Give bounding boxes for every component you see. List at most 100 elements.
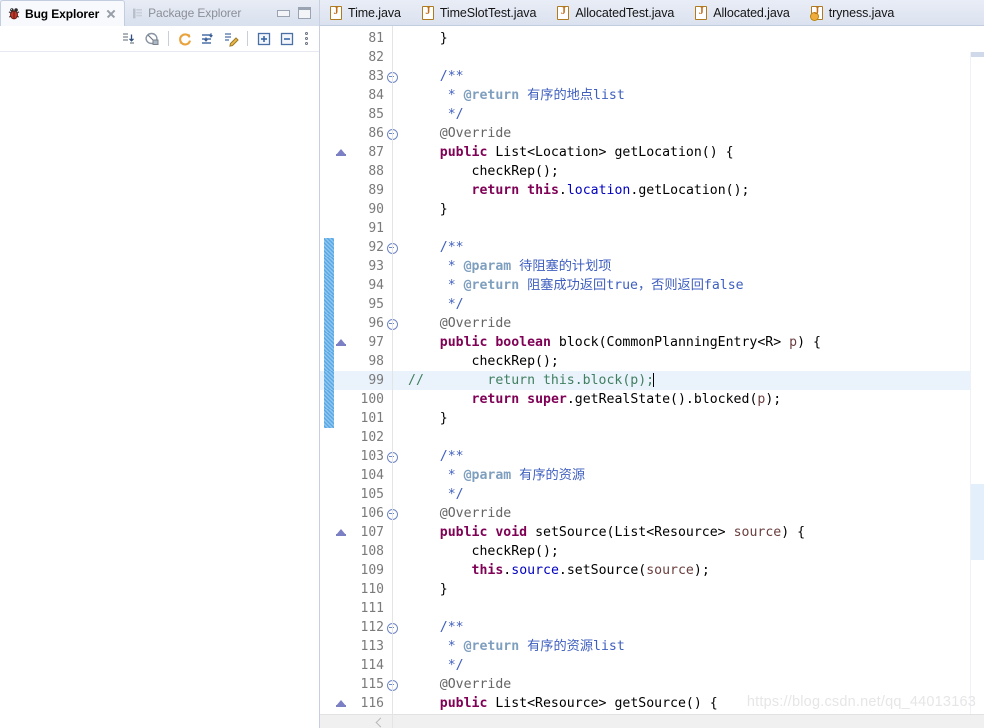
gutter-gap: [400, 124, 406, 143]
code-line[interactable]: 84 * @return 有序的地点list: [320, 86, 970, 105]
code-line[interactable]: 97 public boolean block(CommonPlanningEn…: [320, 333, 970, 352]
code-line[interactable]: 110 }: [320, 580, 970, 599]
code-token: @param: [463, 259, 512, 274]
close-icon[interactable]: [105, 8, 117, 20]
code-line-text: * @return 阻塞成功返回true，否则返回false: [406, 276, 970, 295]
panel-window-buttons: [273, 0, 319, 26]
code-line[interactable]: 89 return this.location.getLocation();: [320, 181, 970, 200]
change-bar-slot: [324, 694, 334, 713]
code-line[interactable]: 108 checkRep();: [320, 542, 970, 561]
edit-bug-icon[interactable]: [221, 29, 241, 49]
code-line[interactable]: 85 */: [320, 105, 970, 124]
code-line[interactable]: 83 /**: [320, 67, 970, 86]
code-line-text: public List<Location> getLocation() {: [406, 143, 970, 162]
code-line[interactable]: 92 /**: [320, 238, 970, 257]
code-line[interactable]: 86 @Override: [320, 124, 970, 143]
code-line[interactable]: 104 * @param 有序的资源: [320, 466, 970, 485]
maximize-icon[interactable]: [298, 7, 311, 19]
scroll-up-marker[interactable]: [971, 52, 984, 57]
collapse-icon[interactable]: [277, 29, 297, 49]
code-line[interactable]: 93 * @param 待阻塞的计划项: [320, 257, 970, 276]
code-line[interactable]: 113 * @return 有序的资源list: [320, 637, 970, 656]
override-marker-icon[interactable]: [334, 523, 349, 542]
view-toolbar: [0, 26, 319, 52]
line-number: 98: [368, 354, 384, 369]
code-token: @param: [463, 468, 512, 483]
code-token: source: [733, 525, 782, 540]
code-line[interactable]: 105 */: [320, 485, 970, 504]
code-line[interactable]: 82: [320, 48, 970, 67]
horizontal-scrollbar[interactable]: [320, 714, 984, 728]
editor-tab-allocated-java[interactable]: Allocated.java: [687, 0, 802, 25]
change-bar-slot: [324, 447, 334, 466]
line-number: 82: [368, 50, 384, 65]
vertical-scrollbar-thumb[interactable]: [971, 484, 984, 560]
editor-tab-time-java[interactable]: Time.java: [322, 0, 414, 25]
code-line[interactable]: 109 this.source.setSource(source);: [320, 561, 970, 580]
refresh-icon[interactable]: [175, 29, 195, 49]
gutter-gap: [400, 485, 406, 504]
code-line[interactable]: 112 /**: [320, 618, 970, 637]
code-line[interactable]: 107 public void setSource(List<Resource>…: [320, 523, 970, 542]
change-bar-slot: [324, 504, 334, 523]
code-line[interactable]: 111: [320, 599, 970, 618]
code-line[interactable]: 102: [320, 428, 970, 447]
link-with-editor-icon[interactable]: [142, 29, 162, 49]
code-line-text: /**: [406, 447, 970, 466]
line-number: 95: [368, 297, 384, 312]
view-tab-bug-explorer[interactable]: Bug Explorer: [0, 0, 126, 26]
code-line[interactable]: 88 checkRep();: [320, 162, 970, 181]
code-token: boolean: [495, 335, 551, 350]
filters-icon[interactable]: [198, 29, 218, 49]
view-content-area[interactable]: [0, 53, 319, 728]
editor-tab-allocatedtest-java[interactable]: AllocatedTest.java: [549, 0, 687, 25]
code-line[interactable]: 87 public List<Location> getLocation() {: [320, 143, 970, 162]
collapse-all-icon[interactable]: [119, 29, 139, 49]
vertical-scrollbar[interactable]: [970, 52, 984, 714]
code-line[interactable]: 95 */: [320, 295, 970, 314]
code-line-text: checkRep();: [406, 162, 970, 181]
code-line[interactable]: 116 public List<Resource> getSource() {: [320, 694, 970, 713]
code-line[interactable]: 101 }: [320, 409, 970, 428]
line-number: 96: [368, 316, 384, 331]
annotation-slot: [334, 124, 349, 143]
code-scroll-area[interactable]: 81 } 82 83 /** 84 * @return 有序的地点list 85 */8…: [320, 26, 970, 714]
view-menu-icon[interactable]: [300, 29, 312, 49]
editor-tab-tryness-java[interactable]: tryness.java: [803, 0, 908, 25]
code-line[interactable]: 114 */: [320, 656, 970, 675]
code-line[interactable]: 115 @Override: [320, 675, 970, 694]
code-line-text: checkRep();: [406, 352, 970, 371]
code-line[interactable]: 94 * @return 阻塞成功返回true，否则返回false: [320, 276, 970, 295]
editor-tab-label: TimeSlotTest.java: [439, 5, 537, 20]
expand-icon[interactable]: [254, 29, 274, 49]
override-marker-icon[interactable]: [334, 694, 349, 713]
code-token: public: [439, 335, 488, 350]
code-line[interactable]: 99 // return this.block(p);: [320, 371, 970, 390]
code-line[interactable]: 103 /**: [320, 447, 970, 466]
code-line[interactable]: 91: [320, 219, 970, 238]
code-line[interactable]: 106 @Override: [320, 504, 970, 523]
code-line[interactable]: 96 @Override: [320, 314, 970, 333]
annotation-slot: [334, 656, 349, 675]
minimize-icon[interactable]: [277, 9, 290, 17]
code-token: public: [439, 696, 488, 711]
view-tab-package-explorer[interactable]: Package Explorer: [125, 0, 248, 26]
code-line[interactable]: 90 }: [320, 200, 970, 219]
gutter-gap: [400, 466, 406, 485]
gutter-gap: [400, 48, 406, 67]
editor-tab-timeslottest-java[interactable]: TimeSlotTest.java: [414, 0, 549, 25]
gutter-divider: [392, 26, 393, 728]
code-line[interactable]: 100 return super.getRealState().blocked(…: [320, 390, 970, 409]
code-token: /**: [439, 449, 464, 464]
code-line[interactable]: 98 checkRep();: [320, 352, 970, 371]
override-marker-icon[interactable]: [334, 143, 349, 162]
gutter-gap: [400, 371, 406, 390]
code-token: */: [408, 487, 464, 502]
horizontal-scrollbar-thumb[interactable]: [374, 717, 387, 727]
code-line[interactable]: 81 }: [320, 29, 970, 48]
code-token: .getLocation();: [630, 183, 750, 198]
bug-icon: [7, 7, 21, 21]
line-number: 83: [368, 69, 384, 84]
override-marker-icon[interactable]: [334, 333, 349, 352]
